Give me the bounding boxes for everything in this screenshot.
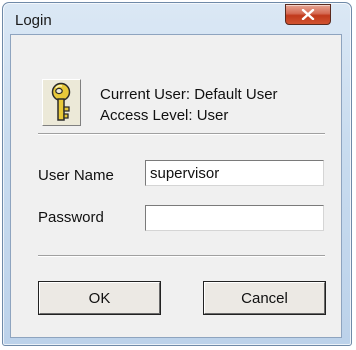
title-bar[interactable]: Login xyxy=(3,3,351,35)
ok-button[interactable]: OK xyxy=(38,281,161,315)
access-level-text: Access Level: User xyxy=(100,107,229,124)
divider-bottom xyxy=(38,255,325,257)
window-title: Login xyxy=(15,12,52,29)
username-input[interactable] xyxy=(145,160,324,186)
close-button[interactable] xyxy=(285,4,331,25)
key-icon xyxy=(42,79,81,126)
username-label: User Name xyxy=(38,167,114,184)
password-label: Password xyxy=(38,209,104,226)
close-icon xyxy=(301,9,315,20)
divider-top xyxy=(38,133,325,135)
cancel-button[interactable]: Cancel xyxy=(203,281,326,315)
current-user-text: Current User: Default User xyxy=(100,86,278,103)
password-input[interactable] xyxy=(145,205,324,231)
